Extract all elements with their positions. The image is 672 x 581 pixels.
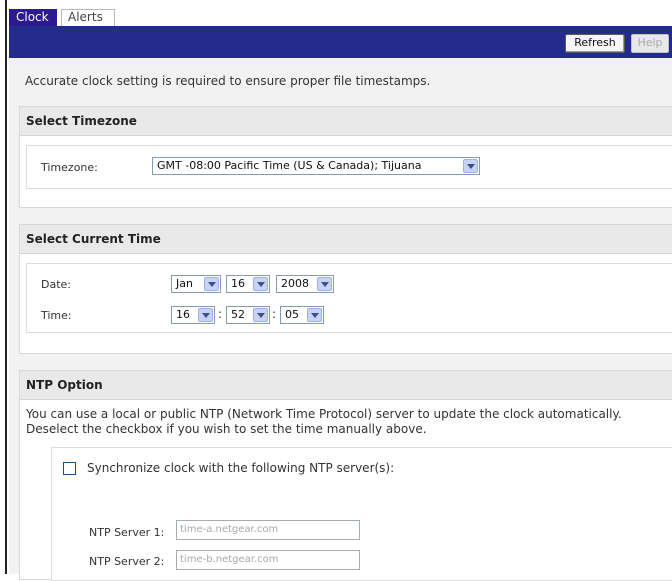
ntp-server2-input[interactable]: time-b.netgear.com bbox=[176, 550, 360, 570]
current-time-panel-title: Select Current Time bbox=[20, 225, 672, 254]
chevron-down-icon bbox=[463, 159, 478, 173]
year-select[interactable]: 2008 bbox=[276, 275, 334, 293]
chevron-down-icon bbox=[307, 308, 322, 322]
chevron-down-icon bbox=[317, 277, 332, 291]
date-label: Date: bbox=[41, 278, 71, 291]
clock-settings-page: Clock Alerts Refresh Help Accurate clock… bbox=[9, 0, 672, 581]
timezone-panel-title: Select Timezone bbox=[20, 107, 672, 136]
help-button[interactable]: Help bbox=[631, 34, 669, 53]
tab-bar: Clock Alerts bbox=[9, 0, 672, 26]
chevron-down-icon bbox=[253, 308, 268, 322]
refresh-button[interactable]: Refresh bbox=[565, 34, 625, 53]
hour-select-value: 16 bbox=[176, 308, 190, 321]
timezone-box: Timezone: GMT -08:00 Pacific Time (US & … bbox=[26, 145, 672, 189]
second-select-value: 05 bbox=[285, 308, 299, 321]
ntp-description-line1: You can use a local or public NTP (Netwo… bbox=[26, 407, 622, 421]
time-label: Time: bbox=[41, 309, 72, 322]
window-left-border bbox=[0, 0, 7, 574]
chevron-down-icon bbox=[204, 277, 219, 291]
timezone-label: Timezone: bbox=[41, 161, 98, 174]
chevron-down-icon bbox=[253, 277, 268, 291]
ntp-panel: NTP Option You can use a local or public… bbox=[19, 370, 672, 581]
current-time-box: Date: Jan 16 2008 Time: 16 : 52: 05 bbox=[26, 263, 672, 333]
timezone-select-value: GMT -08:00 Pacific Time (US & Canada); T… bbox=[157, 159, 422, 172]
tab-clock[interactable]: Clock bbox=[9, 9, 57, 26]
current-time-panel: Select Current Time Date: Jan 16 2008 Ti… bbox=[19, 224, 672, 354]
ntp-sync-label: Synchronize clock with the following NTP… bbox=[87, 461, 395, 475]
ntp-sync-checkbox[interactable] bbox=[63, 462, 76, 475]
ntp-server2-label: NTP Server 2: bbox=[89, 555, 165, 568]
second-select[interactable]: 05 bbox=[280, 306, 324, 324]
hour-select[interactable]: 16 bbox=[171, 306, 215, 324]
month-select-value: Jan bbox=[176, 277, 193, 290]
ntp-server1-input[interactable]: time-a.netgear.com bbox=[176, 520, 360, 540]
timezone-panel: Select Timezone Timezone: GMT -08:00 Pac… bbox=[19, 106, 672, 208]
day-select-value: 16 bbox=[231, 277, 245, 290]
time-separator: : bbox=[218, 307, 223, 321]
minute-select[interactable]: 52 bbox=[226, 306, 270, 324]
ntp-box: Synchronize clock with the following NTP… bbox=[51, 447, 672, 581]
ntp-server1-label: NTP Server 1: bbox=[89, 526, 165, 539]
chevron-down-icon bbox=[198, 308, 213, 322]
time-separator: : bbox=[272, 307, 277, 321]
minute-select-value: 52 bbox=[231, 308, 245, 321]
ntp-description-line2: Deselect the checkbox if you wish to set… bbox=[26, 422, 427, 436]
month-select[interactable]: Jan bbox=[171, 275, 221, 293]
toolbar: Refresh Help bbox=[9, 26, 672, 58]
timezone-select[interactable]: GMT -08:00 Pacific Time (US & Canada); T… bbox=[152, 157, 480, 175]
tab-alerts[interactable]: Alerts bbox=[61, 9, 115, 26]
intro-text: Accurate clock setting is required to en… bbox=[25, 74, 431, 88]
year-select-value: 2008 bbox=[281, 277, 309, 290]
ntp-panel-title: NTP Option bbox=[20, 371, 672, 400]
day-select[interactable]: 16 bbox=[226, 275, 270, 293]
